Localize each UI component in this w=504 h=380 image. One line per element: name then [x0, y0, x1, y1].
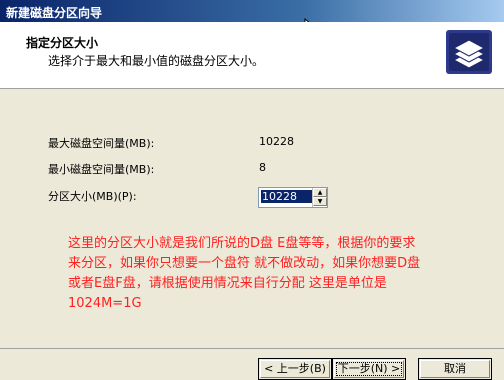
min-space-value: 8 — [259, 161, 266, 174]
annotation-note: 这里的分区大小就是我们所说的D盘 E盘等等，根据你的要求 来分区，如果你只想要一… — [68, 234, 498, 314]
decrease-arrow-icon[interactable]: ▼ — [313, 197, 327, 206]
min-space-label: 最小磁盘空间量(MB): — [48, 163, 155, 176]
annotation-line: 来分区，如果你只想要一个盘符 就不做改动，如果你想要D盘 — [68, 256, 421, 271]
next-button-label: 下一步(N) > — [337, 362, 401, 375]
title-bar[interactable]: 新建磁盘分区向导 — [0, 0, 504, 22]
window-title: 新建磁盘分区向导 — [6, 6, 103, 20]
max-space-value: 10228 — [259, 135, 294, 148]
annotation-line: 1024M=1G — [68, 296, 142, 311]
back-button[interactable]: < 上一步(B) — [258, 358, 332, 380]
cancel-button-label: 取消 — [444, 362, 466, 375]
disk-stack-icon — [446, 30, 492, 74]
cancel-button[interactable]: 取消 — [418, 358, 492, 380]
page-title: 指定分区大小 — [26, 36, 99, 50]
page-subtitle: 选择介于最大和最小值的磁盘分区大小。 — [48, 54, 265, 68]
partition-size-input[interactable]: 10228 — [261, 190, 313, 203]
back-button-label: < 上一步(B) — [264, 362, 326, 375]
stepper-buttons: ▲ ▼ — [312, 188, 327, 207]
footer-divider — [0, 348, 504, 349]
annotation-line: 这里的分区大小就是我们所说的D盘 E盘等等，根据你的要求 — [68, 236, 416, 251]
next-button[interactable]: 下一步(N) > — [332, 358, 406, 380]
increase-arrow-icon[interactable]: ▲ — [313, 188, 327, 197]
max-space-label: 最大磁盘空间量(MB): — [48, 137, 155, 150]
wizard-header: 指定分区大小 选择介于最大和最小值的磁盘分区大小。 — [0, 22, 504, 89]
partition-size-stepper[interactable]: 10228 ▲ ▼ — [258, 187, 328, 208]
annotation-line: 或者E盘F盘，请根据使用情况来自行分配 这里是单位是 — [68, 276, 387, 291]
partition-size-label: 分区大小(MB)(P): — [48, 190, 137, 203]
